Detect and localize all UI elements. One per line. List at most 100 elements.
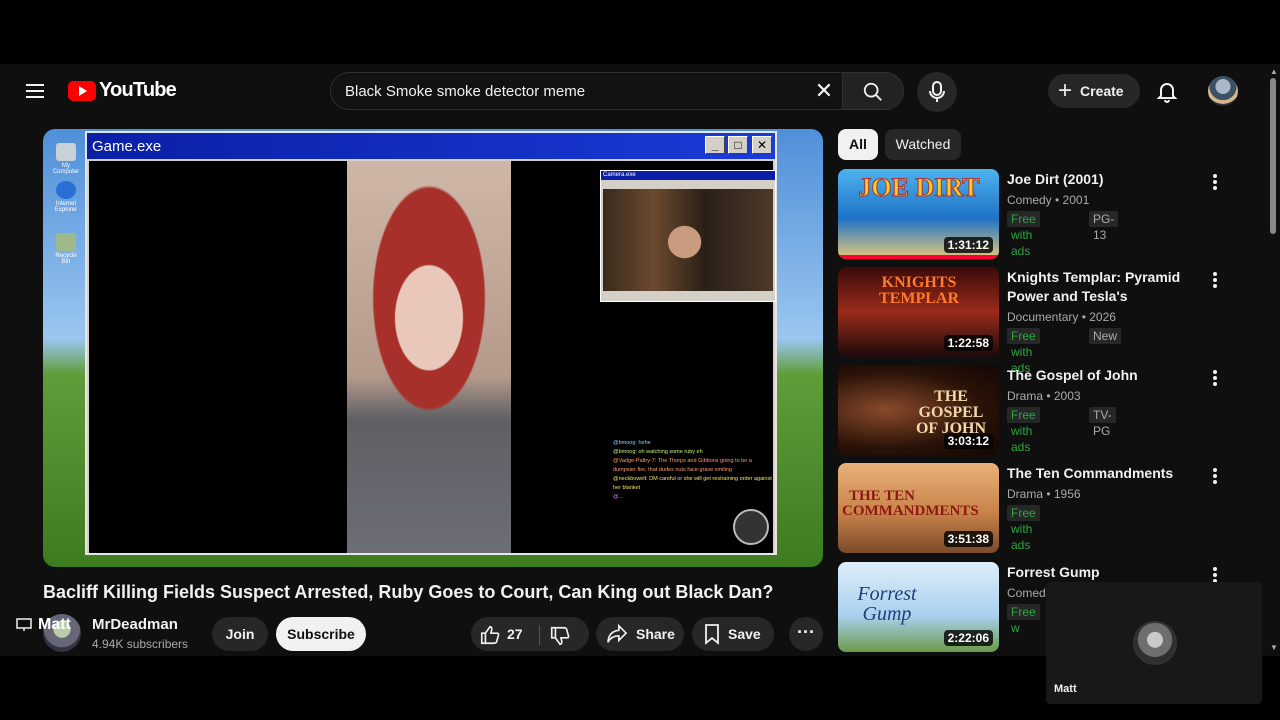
more-actions-button[interactable]: ··· [789,617,823,651]
monitor-icon [16,618,32,631]
desktop-icon-internet-explorer: Internet Explorer [51,181,81,213]
bell-icon [1156,83,1178,103]
chat-line: @bmoog: hehe [613,440,651,446]
search-button[interactable] [842,72,904,110]
chat-line: @neckbowelt: DM careful or she will get … [613,476,772,491]
like-dislike-group: 27 [471,617,589,651]
menu-icon[interactable] [22,81,48,101]
clear-search-icon[interactable]: ✕ [812,79,836,103]
plus-icon: + [1058,77,1073,104]
recommendation-meta: Comedy • 2001 [1007,193,1090,207]
video-thumbnail[interactable]: Forrest Gump 2:22:06 [838,562,999,652]
search-icon [863,82,882,101]
webcam-feed [603,189,773,291]
game-window-title: Game.exe [92,138,162,155]
scroll-down-arrow-icon[interactable]: ▼ [1269,643,1279,652]
subscriber-count: 4.94K subscribers [92,637,189,651]
voice-search-button[interactable] [917,72,957,112]
recommendation-title[interactable]: The Ten Commandments [1007,464,1197,483]
more-options-icon[interactable] [1210,370,1220,390]
bookmark-icon [705,624,719,645]
scroll-up-arrow-icon[interactable]: ▲ [1269,67,1279,76]
participant-tile[interactable]: Matt [1046,582,1262,704]
like-count: 27 [507,626,523,642]
participant-name: Matt [1054,683,1077,695]
thumbnail-text: THE TEN COMMANDMENTS [842,488,979,519]
video-thumbnail[interactable]: THE TEN COMMANDMENTS 3:51:38 [838,463,999,553]
recommendation-item[interactable]: JOE DIRT 1:31:12 Joe Dirt (2001) Comedy … [838,169,1238,261]
chip-watched[interactable]: Watched [885,129,961,160]
chat-line: @... [613,494,624,500]
join-button[interactable]: Join [212,617,268,651]
search-input[interactable] [345,73,805,109]
notifications-button[interactable] [1155,79,1179,108]
video-player[interactable]: My Computer Internet Explorer Recycle Bi… [43,129,823,567]
free-with-ads-badge: Free with ads [1007,328,1040,375]
subscribe-button[interactable]: Subscribe [276,617,366,651]
scrollbar-thumb[interactable] [1270,78,1276,234]
free-with-ads-badge: Free w [1007,604,1040,635]
recommendation-title[interactable]: Knights Templar: Pyramid Power and Tesla… [1007,268,1197,306]
rating-badge: PG-13 [1089,211,1119,242]
logo-text: YouTube [99,79,177,101]
thumbnail-text: THE GOSPEL OF JOHN [915,388,987,437]
share-label: Share [636,626,675,642]
like-divider [539,625,540,645]
free-with-ads-badge: Free with ads [1007,211,1040,258]
duration-badge: 2:22:06 [943,630,993,646]
participant-avatar [1133,621,1177,665]
overlay-user-name: Matt [38,616,71,633]
youtube-logo[interactable]: YouTube [68,79,177,102]
save-label: Save [728,626,761,642]
thumbs-down-icon[interactable] [549,625,571,647]
channel-name[interactable]: MrDeadman [92,616,178,633]
youtube-watch-page: YouTube ✕ + Create My Computer Internet … [0,64,1280,656]
duration-badge: 3:51:38 [943,531,993,547]
camera-window: Camera.exe [600,170,776,302]
recommendation-title[interactable]: The Gospel of John [1007,366,1197,385]
play-logo-icon [68,80,96,101]
free-with-ads-badge: Free with ads [1007,505,1040,552]
video-thumbnail[interactable]: KNIGHTS TEMPLAR 1:22:58 [838,267,999,357]
chat-line: @bmoog: oh watching some ruby eh [613,449,703,455]
thumbs-up-icon[interactable] [479,624,501,646]
stream-chat: @bmoog: hehe @bmoog: oh watching some ru… [613,439,775,502]
minimize-icon: _ [705,136,725,154]
video-thumbnail[interactable]: THE GOSPEL OF JOHN 3:03:12 [838,365,999,455]
free-with-ads-badge: Free with ads [1007,407,1040,454]
recommendation-item[interactable]: KNIGHTS TEMPLAR 1:22:58 Knights Templar:… [838,267,1238,375]
channel-watermark[interactable] [733,509,769,545]
share-button[interactable]: Share [596,617,684,651]
recommendation-item[interactable]: THE TEN COMMANDMENTS 3:51:38 The Ten Com… [838,463,1238,555]
chip-all[interactable]: All [838,129,878,160]
more-options-icon[interactable] [1210,468,1220,488]
desktop-icon-recycle-bin: Recycle Bin [51,233,81,265]
more-options-icon[interactable] [1210,272,1220,292]
account-avatar[interactable] [1208,76,1238,106]
rating-badge: TV-PG [1089,407,1116,438]
camera-window-title: Camera.exe [601,171,775,180]
recommendation-title[interactable]: Forrest Gump [1007,563,1197,582]
recommendation-item[interactable]: THE GOSPEL OF JOHN 3:03:12 The Gospel of… [838,365,1238,457]
new-badge: New [1089,328,1122,344]
recommendation-meta: Drama • 2003 [1007,389,1081,403]
microphone-icon [929,81,945,102]
top-letterbox [0,0,1280,64]
recommendation-meta: Comedy [1007,586,1052,600]
search-box: ✕ [330,72,842,110]
watch-progress-bar [838,255,999,259]
create-button[interactable]: + Create [1048,74,1140,108]
streamer-figure [347,161,511,553]
share-icon [607,624,628,643]
recommendation-meta: Drama • 1956 [1007,487,1081,501]
duration-badge: 3:03:12 [943,433,993,449]
recommendation-title[interactable]: Joe Dirt (2001) [1007,170,1197,189]
video-title: Bacliff Killing Fields Suspect Arrested,… [43,582,774,602]
thumbnail-text: Forrest Gump [857,583,917,625]
close-window-icon: ✕ [752,136,772,154]
save-button[interactable]: Save [692,617,774,651]
video-thumbnail[interactable]: JOE DIRT 1:31:12 [838,169,999,259]
game-window-titlebar: Game.exe _ □ ✕ [87,133,775,159]
duration-badge: 1:31:12 [943,237,993,253]
more-options-icon[interactable] [1210,174,1220,194]
